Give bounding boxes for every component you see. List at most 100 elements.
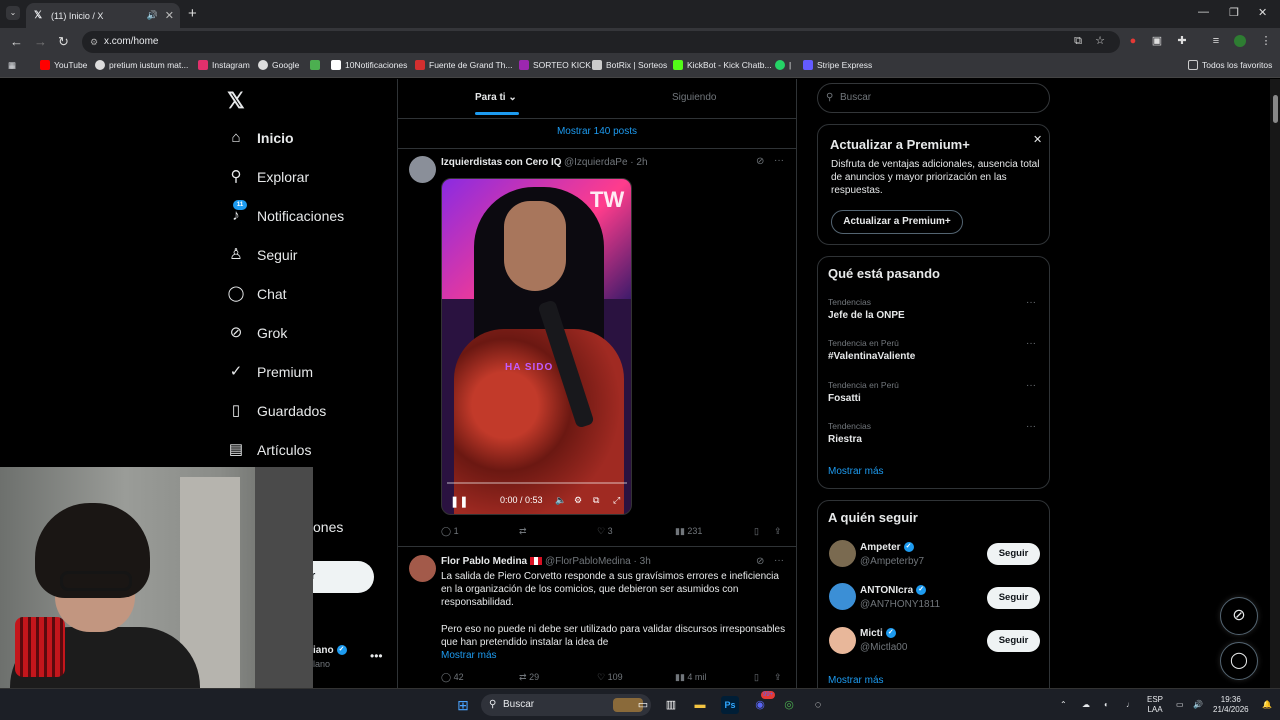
taskbar-search[interactable]: ⚲ Buscar	[481, 694, 651, 716]
follow-user-name[interactable]: Ampeter ✓	[860, 542, 914, 553]
bookmark-kickbot[interactable]: KickBot - Kick Chatb...	[673, 60, 772, 70]
back-button[interactable]: ←	[10, 34, 23, 49]
nav-inicio[interactable]: ⌂ Inicio	[227, 129, 293, 147]
avatar[interactable]	[829, 583, 856, 610]
bookmark-pretium[interactable]: pretium iustum mat...	[95, 60, 188, 70]
reload-button[interactable]: ↻	[58, 34, 69, 50]
tab-search-button[interactable]: ⌄	[6, 6, 20, 20]
settings-icon[interactable]: ⚙	[574, 495, 582, 506]
nav-explorar[interactable]: ⚲ Explorar	[227, 168, 310, 186]
search-input[interactable]: ⚲ Buscar	[817, 83, 1050, 113]
follow-button[interactable]: Seguir	[987, 587, 1040, 609]
follow-button[interactable]: Seguir	[987, 543, 1040, 565]
discord-icon[interactable]: ◉ 99+	[751, 691, 776, 714]
like-button[interactable]: ♡ 3	[597, 526, 613, 537]
app-icon[interactable]: ◌	[809, 696, 827, 714]
tab-x-home[interactable]: 𝕏 (11) Inicio / X 🔊 ✕	[26, 3, 180, 28]
widget-icon[interactable]: ▥	[662, 696, 680, 714]
trend-item[interactable]: Jefe de la ONPE	[828, 310, 905, 321]
trend-more-icon[interactable]: ···	[1026, 421, 1036, 432]
nav-articulos[interactable]: ▤ Artículos	[227, 441, 312, 459]
trend-item[interactable]: Riestra	[828, 434, 862, 445]
tweet-more-icon[interactable]: ···	[774, 555, 784, 566]
tab-para-ti[interactable]: Para ti ⌄	[475, 92, 517, 103]
share-icon[interactable]: ⇪	[774, 672, 782, 683]
network-icon[interactable]: ▭	[1176, 700, 1184, 710]
bookmark-google[interactable]: Google	[258, 60, 299, 70]
repost-button[interactable]: ⇄	[519, 526, 527, 537]
volume-tray-icon[interactable]: 🔊	[1193, 700, 1203, 710]
tweet-video[interactable]: TW HA SIDO ❚❚ 0:00 / 0:53 🔈 ⚙ ⧉ ⤢	[441, 178, 632, 515]
nav-guardados[interactable]: ▯ Guardados	[227, 402, 326, 420]
trends-show-more-link[interactable]: Mostrar más	[828, 466, 884, 477]
close-window-button[interactable]: ✕	[1258, 6, 1267, 19]
address-bar[interactable]: ⚙ x.com/home	[82, 31, 1120, 53]
follow-show-more-link[interactable]: Mostrar más	[828, 675, 884, 686]
bookmark-unnamed[interactable]	[310, 60, 324, 70]
avatar[interactable]	[829, 627, 856, 654]
follow-user-name[interactable]: Micti ✓	[860, 628, 896, 639]
site-info-icon[interactable]: ⚙	[90, 31, 98, 53]
chrome-icon[interactable]: ◎	[780, 696, 798, 714]
share-icon[interactable]: ⇪	[774, 526, 782, 537]
trend-more-icon[interactable]: ···	[1026, 297, 1036, 308]
bookmark-whatsapp[interactable]: |	[775, 60, 791, 70]
tweet-author-name[interactable]: Flor Pablo Medina	[441, 556, 542, 567]
grok-tweet-icon[interactable]: ⊘	[756, 556, 764, 567]
clock[interactable]: 19:36 21/4/2026	[1213, 695, 1249, 715]
forward-button[interactable]: →	[34, 34, 47, 49]
tab-media-icon[interactable]: ≡	[1210, 35, 1222, 47]
close-icon[interactable]: ✕	[1033, 133, 1042, 146]
tray-mic-icon[interactable]: ♩	[1126, 700, 1134, 710]
avatar[interactable]	[409, 156, 436, 183]
nav-hidden-item[interactable]: ones	[313, 519, 343, 535]
tweet-author-handle[interactable]: @IzquierdaPe · 2h	[564, 157, 648, 168]
messages-floating-button[interactable]: ◯	[1220, 642, 1258, 680]
bookmark-youtube[interactable]: YouTube	[40, 60, 87, 70]
volume-icon[interactable]: 🔈	[555, 495, 566, 506]
grok-floating-button[interactable]: ⊘	[1220, 597, 1258, 635]
tweet-more-icon[interactable]: ···	[774, 155, 784, 166]
show-new-posts-link[interactable]: Mostrar 140 posts	[398, 119, 796, 149]
x-logo-icon[interactable]: 𝕏	[227, 88, 245, 114]
show-more-link[interactable]: Mostrar más	[441, 650, 497, 661]
pause-icon[interactable]: ❚❚	[450, 495, 468, 508]
bookmark-botrix[interactable]: BotRix | Sorteos	[592, 60, 667, 70]
minimize-button[interactable]: —	[1198, 6, 1209, 18]
reply-button[interactable]: ◯ 1	[441, 526, 459, 537]
extension-record-icon[interactable]: ●	[1127, 35, 1139, 47]
views-button[interactable]: ▮▮ 4 mil	[675, 672, 706, 683]
bookmark-star-icon[interactable]: ☆	[1094, 35, 1106, 47]
account-name[interactable]: iano ✓	[313, 645, 347, 656]
trend-item[interactable]: #ValentinaValiente	[828, 351, 915, 362]
tray-app-icon[interactable]: ◐	[1104, 700, 1109, 710]
tweet-author-handle[interactable]: @FlorPabloMedina · 3h	[545, 556, 651, 567]
photoshop-icon[interactable]: Ps	[721, 696, 739, 714]
nav-seguir[interactable]: ♙ Seguir	[227, 246, 297, 264]
close-tab-icon[interactable]: ✕	[165, 9, 174, 22]
follow-button[interactable]: Seguir	[987, 630, 1040, 652]
extension-icon[interactable]: ▣	[1151, 35, 1163, 47]
nav-notificaciones[interactable]: ♪ 11 Notificaciones	[227, 200, 344, 225]
task-view-icon[interactable]: ▭	[634, 696, 652, 714]
nav-premium[interactable]: ✓ Premium	[227, 363, 313, 381]
browser-menu-icon[interactable]: ⋮	[1260, 35, 1272, 47]
tab-siguiendo[interactable]: Siguiendo	[672, 92, 716, 103]
all-bookmarks[interactable]: Todos los favoritos	[1188, 60, 1272, 70]
show-hidden-icons[interactable]: ⌃	[1060, 700, 1067, 710]
avatar[interactable]	[829, 540, 856, 567]
profile-avatar-icon[interactable]	[1234, 35, 1246, 47]
bookmark-instagram[interactable]: Instagram	[198, 60, 250, 70]
apps-grid-icon[interactable]: ▦	[8, 60, 16, 71]
grok-tweet-icon[interactable]: ⊘	[756, 156, 764, 167]
language-indicator[interactable]: ESP LAA	[1147, 695, 1163, 715]
scroll-thumb[interactable]	[1273, 95, 1278, 123]
picture-in-picture-icon[interactable]: ⧉	[593, 495, 599, 506]
trend-more-icon[interactable]: ···	[1026, 380, 1036, 391]
nav-grok[interactable]: ⊘ Grok	[227, 324, 288, 342]
page-scrollbar[interactable]	[1270, 79, 1280, 688]
upgrade-premium-button[interactable]: Actualizar a Premium+	[831, 210, 963, 234]
file-explorer-icon[interactable]: ▬	[691, 696, 709, 714]
trend-item[interactable]: Fosatti	[828, 393, 861, 404]
bookmark-fuente-gta[interactable]: Fuente de Grand Th...	[415, 60, 512, 70]
